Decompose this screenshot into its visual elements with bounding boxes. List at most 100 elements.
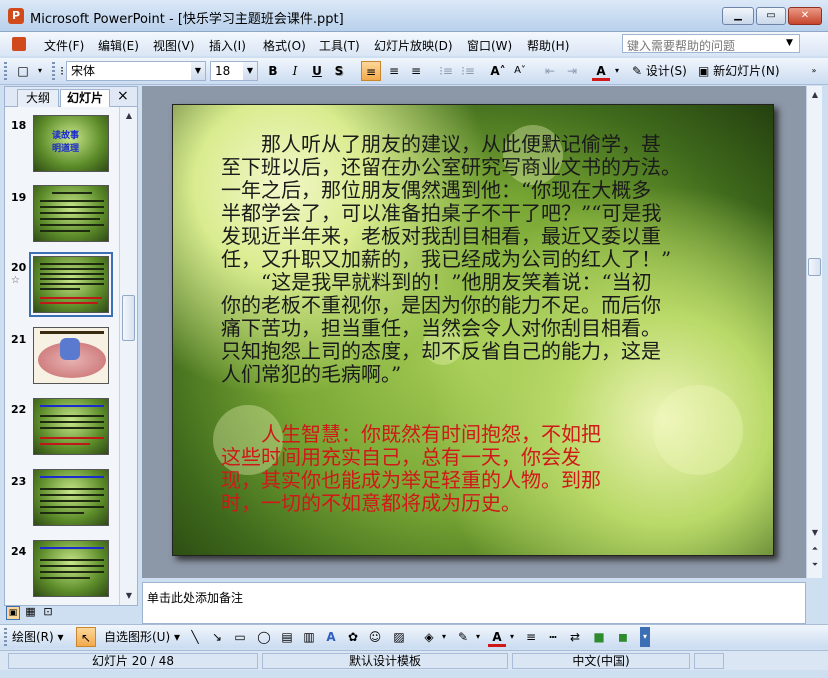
menu-insert[interactable]: 插入(I): [209, 37, 246, 54]
current-slide[interactable]: 那人听从了朋友的建议，从此便默记偷学，甚 至下班以后，还留在办公室研究写商业文书的…: [172, 104, 774, 556]
document-icon[interactable]: [12, 37, 26, 51]
rectangle-tool-icon[interactable]: ▭: [230, 627, 250, 647]
menu-format[interactable]: 格式(O): [263, 37, 306, 54]
font-name-select[interactable]: 宋体 ▼: [66, 61, 206, 81]
powerpoint-app-icon[interactable]: P: [8, 8, 24, 24]
scroll-thumb[interactable]: [122, 295, 135, 341]
toolbar-grip[interactable]: [52, 62, 55, 82]
design-button[interactable]: ✎ 设计(S): [632, 61, 694, 81]
line-color-dropdown-icon[interactable]: ▾: [474, 627, 482, 647]
slide-thumbnail-22[interactable]: [33, 398, 109, 455]
clipart-icon[interactable]: ☺: [366, 627, 384, 647]
bullets-button[interactable]: ⁝≡: [458, 61, 478, 81]
slide-number-22: 22: [11, 403, 27, 416]
status-extra-cell: [694, 653, 724, 669]
dash-style-icon[interactable]: ┅: [544, 627, 562, 647]
help-search-input[interactable]: 键入需要帮助的问题: [622, 34, 800, 53]
font-color-icon[interactable]: A: [488, 627, 506, 647]
3d-style-icon[interactable]: ◼: [614, 627, 632, 647]
more-options-icon[interactable]: ⁝: [58, 61, 66, 81]
arrow-tool-icon[interactable]: ↘: [208, 627, 226, 647]
line-color-icon[interactable]: ✎: [454, 627, 472, 647]
design-template-status[interactable]: 默认设计模板: [262, 653, 508, 669]
new-document-icon[interactable]: □: [14, 61, 32, 81]
slide-thumbnail-19[interactable]: [33, 185, 109, 242]
fill-color-icon[interactable]: ◈: [420, 627, 438, 647]
font-color-button[interactable]: A: [592, 61, 610, 81]
arrow-style-icon[interactable]: ⇄: [566, 627, 584, 647]
draw-menu-button[interactable]: 绘图(R) ▾: [12, 627, 72, 647]
italic-button[interactable]: I: [286, 61, 304, 81]
scroll-down-icon[interactable]: ▼: [122, 589, 136, 603]
shadow-style-icon[interactable]: ■: [590, 627, 608, 647]
new-slide-button[interactable]: ▣ 新幻灯片(N): [698, 61, 790, 81]
align-center-button[interactable]: ≡: [384, 61, 404, 81]
tab-outline[interactable]: 大纲: [17, 89, 59, 107]
shadow-button[interactable]: S: [330, 61, 348, 81]
line-style-icon[interactable]: ≡: [522, 627, 540, 647]
slide-thumbnail-23[interactable]: [33, 469, 109, 526]
slides-panel-scrollbar[interactable]: ▲ ▼: [119, 107, 137, 605]
next-slide-icon[interactable]: ⏷: [808, 558, 822, 572]
slide-thumbnail-21[interactable]: [33, 327, 109, 384]
minimize-button[interactable]: ▁: [722, 7, 754, 25]
slideshow-view-icon[interactable]: ⊡: [41, 605, 55, 618]
maximize-button[interactable]: ▭: [756, 7, 786, 25]
normal-view-icon[interactable]: ▣: [6, 606, 20, 620]
font-size-select[interactable]: 18 ▼: [210, 61, 258, 81]
scroll-thumb[interactable]: [808, 258, 821, 276]
story-text-line: 发现近半年来，老板对我刮目相看，最近又委以重: [221, 224, 661, 248]
wisdom-text-box[interactable]: 人生智慧：你既然有时间抱怨，不如把 这些时间用充实自己，总有一天，你会发 现，其实你…: [221, 423, 761, 515]
scroll-up-icon[interactable]: ▲: [808, 88, 822, 102]
chevron-down-icon[interactable]: ▼: [243, 62, 257, 80]
fill-color-dropdown-icon[interactable]: ▾: [440, 627, 448, 647]
chevron-down-icon[interactable]: ▼: [191, 62, 205, 80]
textbox-tool-icon[interactable]: ▤: [278, 627, 296, 647]
slide-thumbnail-24[interactable]: [33, 540, 109, 597]
increase-font-button[interactable]: A˄: [488, 61, 508, 81]
menu-window[interactable]: 窗口(W): [467, 37, 512, 54]
autoshapes-button[interactable]: 自选图形(U) ▾: [104, 627, 184, 647]
toolbar-grip[interactable]: [4, 62, 7, 82]
story-text-box[interactable]: 那人听从了朋友的建议，从此便默记偷学，甚 至下班以后，还留在办公室研究写商业文书的…: [221, 133, 761, 386]
font-color-dropdown-icon[interactable]: ▾: [612, 61, 622, 81]
menu-slideshow[interactable]: 幻灯片放映(D): [374, 37, 453, 54]
slide-scrollbar[interactable]: ▲ ▼ ⏶ ⏷: [806, 86, 822, 578]
scroll-down-icon[interactable]: ▼: [808, 526, 822, 540]
toolbar-overflow-icon[interactable]: »: [808, 61, 820, 81]
toolbar-options-icon[interactable]: ▾: [34, 61, 46, 81]
slide-sorter-icon[interactable]: ▦: [24, 605, 38, 618]
close-panel-icon[interactable]: ×: [117, 88, 129, 104]
menu-tools[interactable]: 工具(T): [319, 37, 360, 54]
tab-slides[interactable]: 幻灯片: [60, 89, 110, 107]
font-color-dropdown-icon[interactable]: ▾: [508, 627, 516, 647]
slide-thumbnail-18[interactable]: 读故事 明道理: [33, 115, 109, 172]
wordart-icon[interactable]: A: [322, 627, 340, 647]
oval-tool-icon[interactable]: ◯: [254, 627, 274, 647]
help-dropdown-icon[interactable]: ▼: [786, 38, 793, 48]
decrease-indent-button[interactable]: ⇤: [540, 61, 560, 81]
increase-indent-button[interactable]: ⇥: [562, 61, 582, 81]
toolbar-grip[interactable]: [4, 628, 7, 646]
notes-pane[interactable]: 单击此处添加备注: [142, 582, 806, 624]
diagram-icon[interactable]: ✿: [344, 627, 362, 647]
previous-slide-icon[interactable]: ⏶: [808, 542, 822, 556]
close-button[interactable]: ✕: [788, 7, 822, 25]
bold-button[interactable]: B: [264, 61, 282, 81]
vertical-textbox-icon[interactable]: ▥: [300, 627, 318, 647]
scroll-up-icon[interactable]: ▲: [122, 109, 136, 123]
menu-edit[interactable]: 编辑(E): [98, 37, 139, 54]
toolbar-overflow-icon[interactable]: ▾: [640, 627, 650, 647]
insert-picture-icon[interactable]: ▨: [390, 627, 408, 647]
select-objects-icon[interactable]: ↖: [76, 627, 96, 647]
menu-file[interactable]: 文件(F): [44, 37, 84, 54]
numbering-button[interactable]: ⁝≡: [436, 61, 456, 81]
menu-view[interactable]: 视图(V): [153, 37, 195, 54]
align-right-button[interactable]: ≡: [406, 61, 426, 81]
decrease-font-button[interactable]: A˅: [510, 61, 530, 81]
align-left-button[interactable]: ≡: [361, 61, 381, 81]
line-tool-icon[interactable]: ╲: [186, 627, 204, 647]
underline-button[interactable]: U: [308, 61, 326, 81]
menu-help[interactable]: 帮助(H): [527, 37, 569, 54]
slide-thumbnail-20[interactable]: [29, 252, 113, 317]
